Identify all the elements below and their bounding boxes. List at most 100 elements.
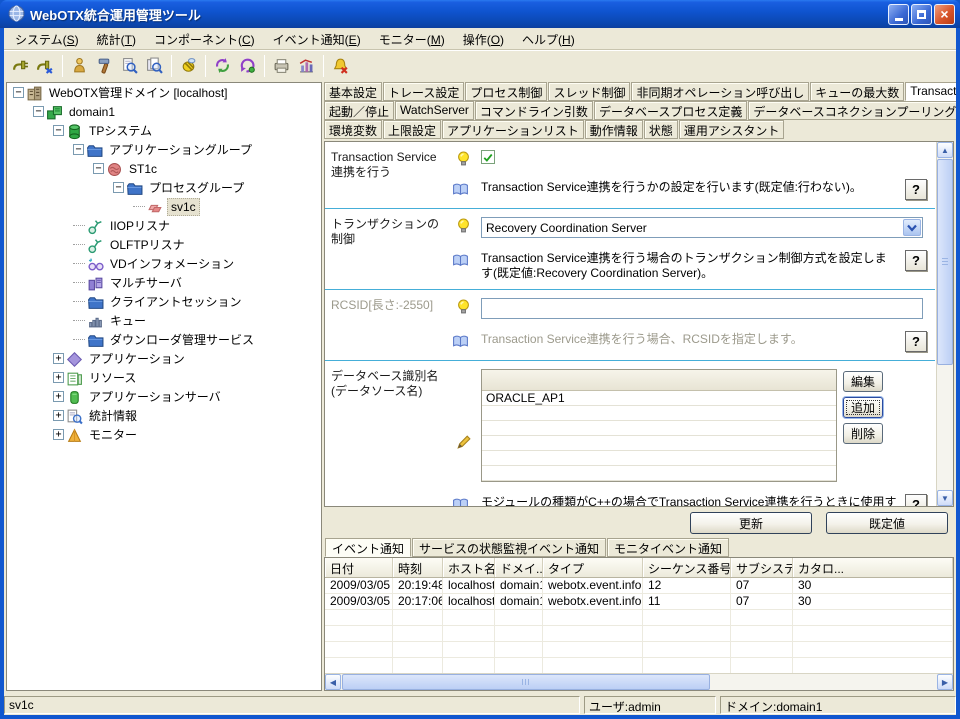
- tree-item--[interactable]: キュー: [7, 311, 321, 330]
- chevron-down-icon[interactable]: [903, 219, 921, 236]
- title-bar[interactable]: WebOTX統合運用管理ツール ×: [0, 0, 960, 28]
- tab--[interactable]: 上限設定: [383, 120, 441, 139]
- tab--[interactable]: トレース設定: [383, 82, 464, 101]
- tab--[interactable]: キューの最大数: [810, 82, 904, 101]
- expand-icon[interactable]: +: [53, 391, 64, 402]
- list-button-編集[interactable]: 編集: [843, 371, 883, 392]
- list-button-追加[interactable]: 追加: [843, 397, 883, 418]
- menu-item-2[interactable]: 統計(T): [88, 28, 145, 51]
- toolbar-open-log-icon[interactable]: [269, 53, 294, 78]
- minimize-button[interactable]: [888, 4, 909, 25]
- tree-item--[interactable]: +モニター: [7, 425, 321, 444]
- collapse-icon[interactable]: −: [13, 87, 24, 98]
- help-button[interactable]: ?: [905, 494, 927, 506]
- menu-item-1[interactable]: システム(S): [6, 28, 88, 51]
- rcsid-input[interactable]: [481, 298, 923, 319]
- tree-item--[interactable]: +アプリケーションサーバ: [7, 387, 321, 406]
- column-header-3[interactable]: ホスト名: [443, 558, 495, 577]
- collapse-icon[interactable]: −: [93, 163, 104, 174]
- update-button[interactable]: 更新: [690, 512, 812, 534]
- tree-item-domain1[interactable]: −domain1: [7, 102, 321, 121]
- column-header-7[interactable]: サブシステ...: [731, 558, 793, 577]
- tab-watchserver[interactable]: WatchServer: [395, 101, 474, 120]
- column-header-8[interactable]: カタロ...: [793, 558, 953, 577]
- expand-icon[interactable]: +: [53, 429, 64, 440]
- toolbar-build-icon[interactable]: [92, 53, 117, 78]
- tree-item--[interactable]: −アプリケーショングループ: [7, 140, 321, 159]
- event-tab-サービスの状態監視イベント通知[interactable]: サービスの状態監視イベント通知: [412, 538, 606, 557]
- toolbar-chart-icon[interactable]: [294, 53, 319, 78]
- event-tab-イベント通知[interactable]: イベント通知: [325, 538, 411, 557]
- scroll-up-icon[interactable]: ▲: [937, 142, 953, 158]
- list-item[interactable]: ORACLE_AP1: [482, 391, 836, 406]
- form-vertical-scrollbar[interactable]: ▲ ▼: [936, 142, 953, 506]
- help-button[interactable]: ?: [905, 179, 927, 200]
- event-tab-モニタイベント通知[interactable]: モニタイベント通知: [607, 538, 729, 557]
- menu-item-4[interactable]: イベント通知(E): [264, 28, 370, 51]
- collapse-icon[interactable]: −: [113, 182, 124, 193]
- expand-icon[interactable]: +: [53, 372, 64, 383]
- column-header-4[interactable]: ドメイ...: [495, 558, 543, 577]
- menu-item-5[interactable]: モニター(M): [370, 28, 454, 51]
- menu-item-3[interactable]: コンポーネント(C): [145, 28, 264, 51]
- tree-item-sv1c[interactable]: sv1c: [7, 197, 321, 216]
- column-header-6[interactable]: シーケンス番号: [643, 558, 731, 577]
- tree-item--[interactable]: +リソース: [7, 368, 321, 387]
- maximize-button[interactable]: [911, 4, 932, 25]
- tree-item--[interactable]: +統計情報: [7, 406, 321, 425]
- tab--[interactable]: データベースプロセス定義: [594, 101, 747, 120]
- tree-item--[interactable]: −プロセスグループ: [7, 178, 321, 197]
- tree-item-tp-[interactable]: −TPシステム: [7, 121, 321, 140]
- tab--[interactable]: 環境変数: [324, 120, 382, 139]
- tree-item-webotx-localhost-[interactable]: −WebOTX管理ドメイン [localhost]: [7, 83, 321, 102]
- defaults-button[interactable]: 既定値: [826, 512, 948, 534]
- tree-item--[interactable]: ダウンローダ管理サービス: [7, 330, 321, 349]
- tab--[interactable]: コマンドライン引数: [475, 101, 593, 120]
- tx-link-checkbox[interactable]: [481, 150, 495, 164]
- toolbar-connect-icon[interactable]: [8, 53, 33, 78]
- table-row[interactable]: 2009/03/0520:17:06localhostdomain1webotx…: [325, 594, 953, 610]
- scroll-down-icon[interactable]: ▼: [937, 490, 953, 506]
- list-button-削除[interactable]: 削除: [843, 423, 883, 444]
- tab--[interactable]: 非同期オペレーション呼び出し: [631, 82, 809, 101]
- toolbar-sync-icon[interactable]: [210, 53, 235, 78]
- tree-item-olftp-[interactable]: OLFTPリスナ: [7, 235, 321, 254]
- collapse-icon[interactable]: −: [73, 144, 84, 155]
- scrollbar-thumb[interactable]: [937, 159, 953, 365]
- tab--[interactable]: 状態: [644, 120, 678, 139]
- scrollbar-thumb[interactable]: [342, 674, 710, 690]
- toolbar-view-document-icon[interactable]: [117, 53, 142, 78]
- toolbar-alarm-icon[interactable]: [328, 53, 353, 78]
- event-horizontal-scrollbar[interactable]: ◀ ▶: [325, 673, 953, 690]
- db-id-names-list[interactable]: ORACLE_AP1: [481, 369, 837, 482]
- tab--[interactable]: プロセス制御: [465, 82, 547, 101]
- tab--[interactable]: アプリケーションリスト: [442, 120, 584, 139]
- tree-item--[interactable]: マルチサーバ: [7, 273, 321, 292]
- tree-item-iiop-[interactable]: IIOPリスナ: [7, 216, 321, 235]
- toolbar-bee-icon[interactable]: [176, 53, 201, 78]
- tree-item-st1c[interactable]: −ST1c: [7, 159, 321, 178]
- tab--[interactable]: 基本設定: [324, 82, 382, 101]
- tree-item-vd-[interactable]: VDインフォメーション: [7, 254, 321, 273]
- tab-transaction-service[interactable]: Transaction Service: [905, 82, 956, 101]
- expand-icon[interactable]: +: [53, 353, 64, 364]
- tab--[interactable]: 起動／停止: [324, 101, 394, 120]
- toolbar-refresh-icon[interactable]: [235, 53, 260, 78]
- collapse-icon[interactable]: −: [53, 125, 64, 136]
- column-header-2[interactable]: 時刻: [393, 558, 443, 577]
- tab--[interactable]: データベースコネクションプーリング: [748, 101, 956, 120]
- scroll-right-icon[interactable]: ▶: [937, 674, 953, 690]
- scroll-left-icon[interactable]: ◀: [325, 674, 341, 690]
- help-button[interactable]: ?: [905, 250, 927, 271]
- tree-item--[interactable]: +アプリケーション: [7, 349, 321, 368]
- close-button[interactable]: ×: [934, 4, 955, 25]
- tab--[interactable]: 動作情報: [585, 120, 643, 139]
- tx-control-select[interactable]: Recovery Coordination Server: [481, 217, 923, 238]
- toolbar-user-icon[interactable]: [67, 53, 92, 78]
- tree-item--[interactable]: クライアントセッション: [7, 292, 321, 311]
- toolbar-view-documents-icon[interactable]: [142, 53, 167, 78]
- column-header-5[interactable]: タイプ: [543, 558, 643, 577]
- column-header-1[interactable]: 日付: [325, 558, 393, 577]
- collapse-icon[interactable]: −: [33, 106, 44, 117]
- toolbar-disconnect-icon[interactable]: [33, 53, 58, 78]
